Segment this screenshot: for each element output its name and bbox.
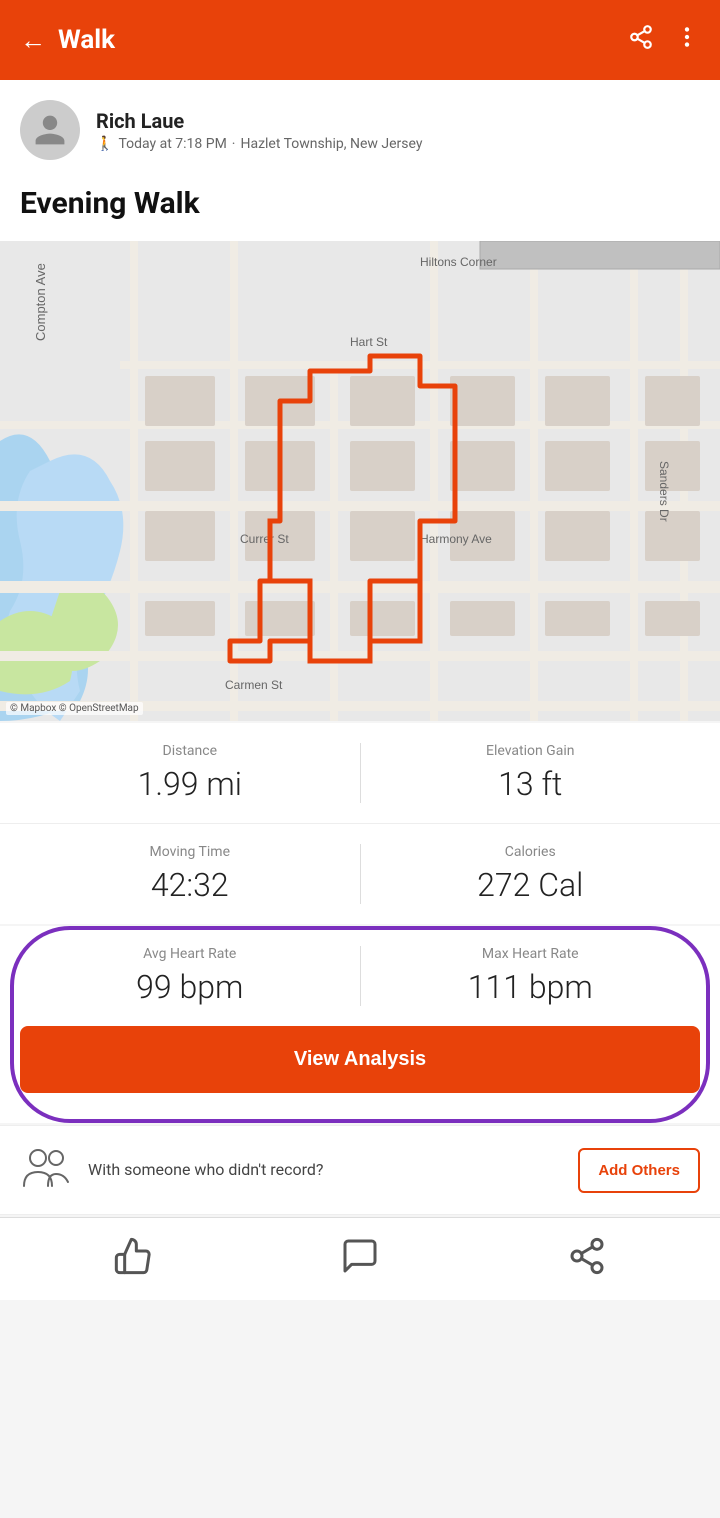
user-info: Rich Laue 🚶 Today at 7:18 PM · Hazlet To… <box>96 109 422 152</box>
svg-text:Hiltons Corner: Hiltons Corner <box>420 255 497 269</box>
share-icon[interactable] <box>628 24 654 56</box>
back-button[interactable]: ← <box>20 25 46 56</box>
stats-row-2: Moving Time 42:32 Calories 272 Cal <box>0 824 720 924</box>
stat-elevation-label: Elevation Gain <box>486 743 574 759</box>
bottom-nav <box>0 1217 720 1300</box>
stat-moving-time-label: Moving Time <box>149 844 230 860</box>
stat-calories-value: 272 Cal <box>477 866 583 904</box>
add-others-section: With someone who didn't record? Add Othe… <box>0 1125 720 1215</box>
stat-divider-2 <box>360 844 361 904</box>
stat-avg-hr-label: Avg Heart Rate <box>143 946 236 962</box>
stat-avg-hr-value: 99 bpm <box>136 968 243 1006</box>
stat-calories-label: Calories <box>505 844 556 860</box>
stat-avg-hr: Avg Heart Rate 99 bpm <box>30 946 350 1006</box>
svg-text:Sanders Dr: Sanders Dr <box>657 461 671 522</box>
heart-rate-section: Avg Heart Rate 99 bpm Max Heart Rate 111… <box>0 926 720 1123</box>
header-actions <box>628 24 700 56</box>
map-container[interactable]: Compton Ave Hart St Currer St Harmony Av… <box>0 241 720 721</box>
stat-distance: Distance 1.99 mi <box>30 743 350 803</box>
stat-elevation: Elevation Gain 13 ft <box>371 743 691 803</box>
kudos-button[interactable] <box>113 1236 153 1276</box>
more-options-icon[interactable] <box>674 24 700 56</box>
avatar <box>20 100 80 160</box>
meta-separator: · <box>232 136 236 152</box>
stats-section: Distance 1.99 mi Elevation Gain 13 ft Mo… <box>0 723 720 924</box>
stat-divider-3 <box>360 946 361 1006</box>
stat-divider-1 <box>360 743 361 803</box>
user-location: Hazlet Township, New Jersey <box>240 136 422 152</box>
user-time: Today at 7:18 PM <box>118 136 226 152</box>
svg-text:Currer St: Currer St <box>240 532 289 546</box>
stat-max-hr-value: 111 bpm <box>468 968 593 1006</box>
walk-icon: 🚶 <box>96 136 113 152</box>
stat-max-hr: Max Heart Rate 111 bpm <box>371 946 691 1006</box>
stat-elevation-value: 13 ft <box>498 765 562 803</box>
stats-row-1: Distance 1.99 mi Elevation Gain 13 ft <box>0 723 720 824</box>
share-button[interactable] <box>567 1236 607 1276</box>
user-name: Rich Laue <box>96 109 422 133</box>
svg-text:Compton Ave: Compton Ave <box>33 263 48 341</box>
user-section: Rich Laue 🚶 Today at 7:18 PM · Hazlet To… <box>0 80 720 176</box>
view-analysis-button[interactable]: View Analysis <box>20 1026 700 1093</box>
stat-distance-label: Distance <box>163 743 218 759</box>
svg-text:Hart St: Hart St <box>350 335 388 349</box>
comment-button[interactable] <box>340 1236 380 1276</box>
header-title: Walk <box>58 25 115 55</box>
stat-max-hr-label: Max Heart Rate <box>482 946 579 962</box>
stat-moving-time: Moving Time 42:32 <box>30 844 350 904</box>
group-icon <box>20 1146 72 1194</box>
add-others-button[interactable]: Add Others <box>578 1148 700 1193</box>
app-header: ← Walk <box>0 0 720 80</box>
heart-rate-row: Avg Heart Rate 99 bpm Max Heart Rate 111… <box>0 926 720 1016</box>
user-meta: 🚶 Today at 7:18 PM · Hazlet Township, Ne… <box>96 136 422 152</box>
activity-title: Evening Walk <box>20 186 700 221</box>
svg-text:Harmony Ave: Harmony Ave <box>420 532 492 546</box>
add-others-description: With someone who didn't record? <box>88 1159 578 1181</box>
stat-calories: Calories 272 Cal <box>371 844 691 904</box>
svg-text:Carmen St: Carmen St <box>225 678 283 692</box>
stat-moving-time-value: 42:32 <box>151 866 229 904</box>
map-attribution: © Mapbox © OpenStreetMap <box>6 702 143 715</box>
activity-title-section: Evening Walk <box>0 176 720 241</box>
stat-distance-value: 1.99 mi <box>138 765 242 803</box>
